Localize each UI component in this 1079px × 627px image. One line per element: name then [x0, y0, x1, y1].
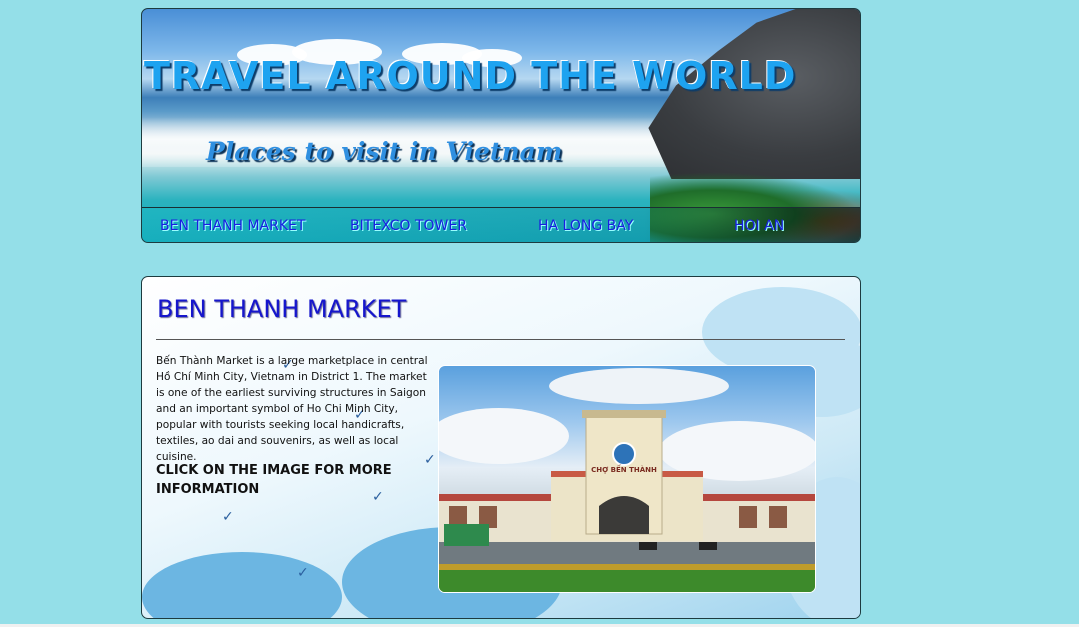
call-to-action: CLICK ON THE IMAGE FOR MORE INFORMATION — [156, 463, 392, 497]
market-sign: CHỢ BẾN THÀNH — [591, 466, 657, 474]
background-cloud — [142, 552, 342, 618]
site-title: TRAVEL AROUND THE WORLD — [144, 54, 797, 98]
bird-icon: ✓ — [297, 565, 309, 581]
ben-thanh-market-photo[interactable]: CHỢ BẾN THÀNH — [438, 365, 816, 593]
site-subtitle: Places to visit in Vietnam — [206, 137, 563, 166]
nav-item-ha-long-bay[interactable]: HA LONG BAY — [538, 218, 633, 234]
market-building-illustration — [439, 368, 815, 592]
divider — [156, 339, 845, 340]
nav-bar: BEN THANH MARKET BITEXCO TOWER HA LONG B… — [142, 207, 860, 242]
bird-icon: ✓ — [222, 509, 234, 525]
header-banner: TRAVEL AROUND THE WORLD Places to visit … — [141, 8, 861, 243]
content-panel: ✓ ✓ ✓ ✓ ✓ ✓ BEN THANH MARKET Bến Thành M… — [141, 276, 861, 619]
section-heading: BEN THANH MARKET — [157, 295, 407, 323]
nav-item-hoi-an[interactable]: HOI AN — [734, 218, 784, 234]
description-text: Bến Thành Market is a large marketplace … — [156, 355, 428, 463]
nav-item-bitexco-tower[interactable]: BITEXCO TOWER — [350, 218, 467, 234]
nav-item-ben-thanh-market[interactable]: BEN THANH MARKET — [160, 218, 305, 234]
